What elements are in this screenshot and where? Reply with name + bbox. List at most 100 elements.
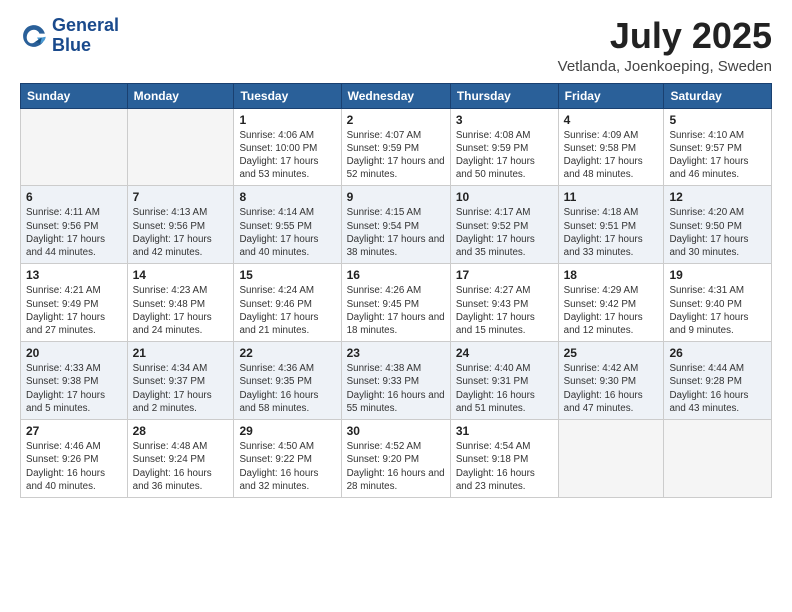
logo-icon — [20, 22, 48, 50]
day-detail: Sunrise: 4:09 AM Sunset: 9:58 PM Dayligh… — [564, 129, 659, 182]
col-monday: Monday — [127, 83, 234, 108]
calendar-cell: 28 Sunrise: 4:48 AM Sunset: 9:24 PM Dayli… — [127, 420, 234, 498]
day-detail: Sunrise: 4:24 AM Sunset: 9:46 PM Dayligh… — [239, 284, 335, 337]
day-detail: Sunrise: 4:13 AM Sunset: 9:56 PM Dayligh… — [133, 206, 229, 259]
calendar-row-4: 20 Sunrise: 4:33 AM Sunset: 9:38 PM Dayli… — [21, 342, 772, 420]
header: General Blue July 2025 Vetlanda, Joenkoe… — [20, 16, 772, 75]
day-number: 30 — [347, 424, 445, 438]
day-number: 3 — [456, 113, 553, 127]
day-number: 25 — [564, 346, 659, 360]
day-number: 5 — [669, 113, 766, 127]
calendar-cell: 24Sunrise: 4:40 AM Sunset: 9:31 PM Dayli… — [450, 342, 558, 420]
day-number: 24 — [456, 346, 553, 360]
day-detail: Sunrise: 4:26 AM Sunset: 9:45 PM Dayligh… — [347, 284, 445, 337]
calendar-cell — [664, 420, 772, 498]
calendar-cell: 26Sunrise: 4:44 AM Sunset: 9:28 PM Dayli… — [664, 342, 772, 420]
calendar-cell: 27 Sunrise: 4:46 AM Sunset: 9:26 PM Dayli… — [21, 420, 128, 498]
calendar-cell: 23 Sunrise: 4:38 AM Sunset: 9:33 PM Dayli… — [341, 342, 450, 420]
day-number: 13 — [26, 268, 122, 282]
page: General Blue July 2025 Vetlanda, Joenkoe… — [0, 0, 792, 612]
calendar-cell: 2Sunrise: 4:07 AM Sunset: 9:59 PM Daylig… — [341, 108, 450, 186]
day-detail: Sunrise: 4:38 AM Sunset: 9:33 PM Dayligh… — [347, 362, 445, 415]
day-number: 16 — [347, 268, 445, 282]
day-number: 26 — [669, 346, 766, 360]
calendar-cell — [558, 420, 664, 498]
day-number: 17 — [456, 268, 553, 282]
calendar-cell: 12 Sunrise: 4:20 AM Sunset: 9:50 PM Dayli… — [664, 186, 772, 264]
col-wednesday: Wednesday — [341, 83, 450, 108]
day-number: 31 — [456, 424, 553, 438]
calendar-cell: 3Sunrise: 4:08 AM Sunset: 9:59 PM Daylig… — [450, 108, 558, 186]
calendar-table: Sunday Monday Tuesday Wednesday Thursday… — [20, 83, 772, 498]
calendar-cell: 8 Sunrise: 4:14 AM Sunset: 9:55 PM Daylig… — [234, 186, 341, 264]
logo-text: General Blue — [52, 16, 119, 56]
day-number: 29 — [239, 424, 335, 438]
calendar-cell: 29Sunrise: 4:50 AM Sunset: 9:22 PM Dayli… — [234, 420, 341, 498]
month-year: July 2025 — [558, 16, 772, 56]
calendar-row-5: 27 Sunrise: 4:46 AM Sunset: 9:26 PM Dayli… — [21, 420, 772, 498]
calendar-cell: 22 Sunrise: 4:36 AM Sunset: 9:35 PM Dayli… — [234, 342, 341, 420]
header-row: Sunday Monday Tuesday Wednesday Thursday… — [21, 83, 772, 108]
calendar-cell: 10Sunrise: 4:17 AM Sunset: 9:52 PM Dayli… — [450, 186, 558, 264]
day-number: 27 — [26, 424, 122, 438]
title-block: July 2025 Vetlanda, Joenkoeping, Sweden — [558, 16, 772, 75]
calendar-cell: 11 Sunrise: 4:18 AM Sunset: 9:51 PM Dayli… — [558, 186, 664, 264]
day-detail: Sunrise: 4:29 AM Sunset: 9:42 PM Dayligh… — [564, 284, 659, 337]
day-number: 21 — [133, 346, 229, 360]
calendar-cell: 19 Sunrise: 4:31 AM Sunset: 9:40 PM Dayli… — [664, 264, 772, 342]
col-sunday: Sunday — [21, 83, 128, 108]
col-tuesday: Tuesday — [234, 83, 341, 108]
day-number: 23 — [347, 346, 445, 360]
day-detail: Sunrise: 4:17 AM Sunset: 9:52 PM Dayligh… — [456, 206, 553, 259]
logo-line2: Blue — [52, 36, 119, 56]
day-detail: Sunrise: 4:06 AM Sunset: 10:00 PM Daylig… — [239, 129, 335, 182]
calendar-cell: 18Sunrise: 4:29 AM Sunset: 9:42 PM Dayli… — [558, 264, 664, 342]
day-detail: Sunrise: 4:14 AM Sunset: 9:55 PM Dayligh… — [239, 206, 335, 259]
day-number: 19 — [669, 268, 766, 282]
calendar-cell: 16 Sunrise: 4:26 AM Sunset: 9:45 PM Dayli… — [341, 264, 450, 342]
day-number: 12 — [669, 190, 766, 204]
day-detail: Sunrise: 4:33 AM Sunset: 9:38 PM Dayligh… — [26, 362, 122, 415]
calendar-cell: 6 Sunrise: 4:11 AM Sunset: 9:56 PM Daylig… — [21, 186, 128, 264]
col-friday: Friday — [558, 83, 664, 108]
calendar-cell: 30Sunrise: 4:52 AM Sunset: 9:20 PM Dayli… — [341, 420, 450, 498]
day-detail: Sunrise: 4:23 AM Sunset: 9:48 PM Dayligh… — [133, 284, 229, 337]
day-number: 8 — [239, 190, 335, 204]
day-detail: Sunrise: 4:31 AM Sunset: 9:40 PM Dayligh… — [669, 284, 766, 337]
day-detail: Sunrise: 4:36 AM Sunset: 9:35 PM Dayligh… — [239, 362, 335, 415]
day-number: 15 — [239, 268, 335, 282]
day-detail: Sunrise: 4:48 AM Sunset: 9:24 PM Dayligh… — [133, 440, 229, 493]
day-number: 4 — [564, 113, 659, 127]
calendar-row-3: 13Sunrise: 4:21 AM Sunset: 9:49 PM Dayli… — [21, 264, 772, 342]
day-number: 11 — [564, 190, 659, 204]
day-detail: Sunrise: 4:07 AM Sunset: 9:59 PM Dayligh… — [347, 129, 445, 182]
calendar-row-2: 6 Sunrise: 4:11 AM Sunset: 9:56 PM Daylig… — [21, 186, 772, 264]
day-number: 20 — [26, 346, 122, 360]
day-number: 7 — [133, 190, 229, 204]
logo: General Blue — [20, 16, 119, 56]
day-detail: Sunrise: 4:11 AM Sunset: 9:56 PM Dayligh… — [26, 206, 122, 259]
calendar-cell: 5Sunrise: 4:10 AM Sunset: 9:57 PM Daylig… — [664, 108, 772, 186]
day-number: 1 — [239, 113, 335, 127]
calendar-cell: 4 Sunrise: 4:09 AM Sunset: 9:58 PM Daylig… — [558, 108, 664, 186]
calendar-cell: 14 Sunrise: 4:23 AM Sunset: 9:48 PM Dayli… — [127, 264, 234, 342]
calendar-cell: 25 Sunrise: 4:42 AM Sunset: 9:30 PM Dayli… — [558, 342, 664, 420]
day-detail: Sunrise: 4:27 AM Sunset: 9:43 PM Dayligh… — [456, 284, 553, 337]
day-detail: Sunrise: 4:42 AM Sunset: 9:30 PM Dayligh… — [564, 362, 659, 415]
day-detail: Sunrise: 4:18 AM Sunset: 9:51 PM Dayligh… — [564, 206, 659, 259]
day-number: 14 — [133, 268, 229, 282]
calendar-cell: 13Sunrise: 4:21 AM Sunset: 9:49 PM Dayli… — [21, 264, 128, 342]
calendar-cell: 7 Sunrise: 4:13 AM Sunset: 9:56 PM Daylig… — [127, 186, 234, 264]
day-number: 28 — [133, 424, 229, 438]
col-saturday: Saturday — [664, 83, 772, 108]
day-number: 6 — [26, 190, 122, 204]
logo-line1: General — [52, 16, 119, 36]
day-detail: Sunrise: 4:20 AM Sunset: 9:50 PM Dayligh… — [669, 206, 766, 259]
calendar-cell: 20 Sunrise: 4:33 AM Sunset: 9:38 PM Dayli… — [21, 342, 128, 420]
day-detail: Sunrise: 4:46 AM Sunset: 9:26 PM Dayligh… — [26, 440, 122, 493]
calendar-cell: 17 Sunrise: 4:27 AM Sunset: 9:43 PM Dayli… — [450, 264, 558, 342]
calendar-header: Sunday Monday Tuesday Wednesday Thursday… — [21, 83, 772, 108]
day-number: 22 — [239, 346, 335, 360]
calendar-cell — [127, 108, 234, 186]
col-thursday: Thursday — [450, 83, 558, 108]
